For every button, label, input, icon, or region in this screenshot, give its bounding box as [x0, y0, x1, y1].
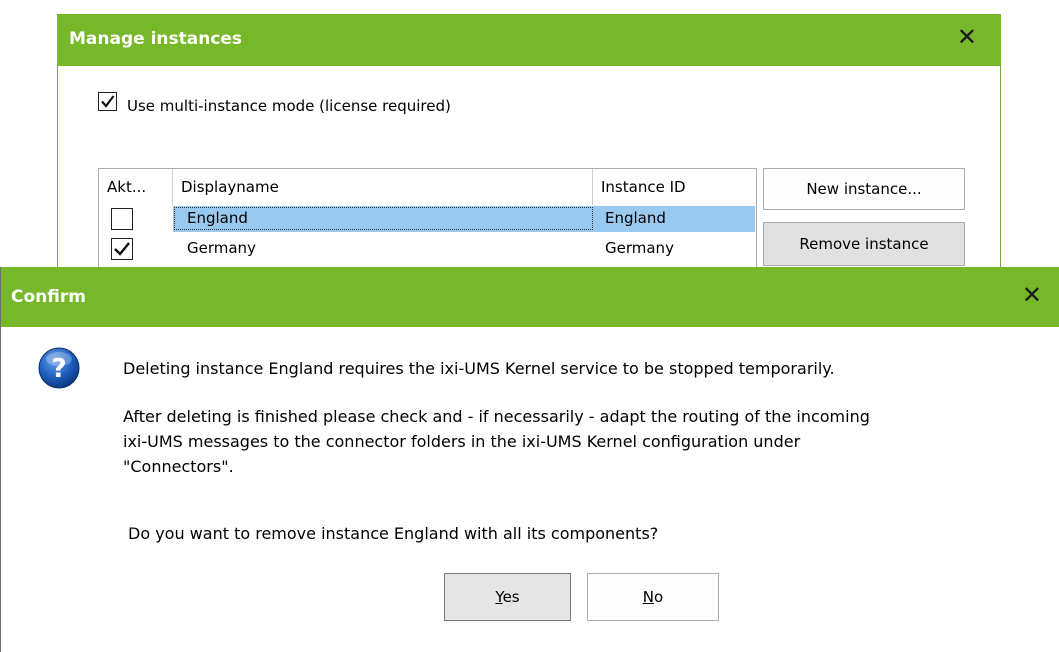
confirm-message-line: Deleting instance England requires the i… — [123, 359, 835, 378]
question-icon: ? — [38, 347, 80, 389]
mnemonic-letter: N — [642, 588, 655, 606]
row-active-checkbox[interactable] — [111, 208, 133, 230]
table-row[interactable]: Germany Germany — [99, 235, 756, 262]
new-instance-button[interactable]: New instance... — [763, 168, 965, 210]
dialog-title: Manage instances — [69, 29, 243, 49]
close-icon[interactable]: ✕ — [957, 23, 977, 51]
table-row[interactable]: England England — [99, 205, 756, 232]
message-line: "Connectors". — [123, 457, 234, 476]
multi-instance-checkbox[interactable] — [98, 92, 117, 111]
no-button[interactable]: No — [587, 573, 719, 621]
confirm-question: Do you want to remove instance England w… — [128, 524, 659, 543]
column-header-displayname[interactable]: Displayname — [173, 169, 593, 205]
remove-instance-button[interactable]: Remove instance — [763, 222, 965, 266]
column-header-instance-id[interactable]: Instance ID — [593, 169, 756, 205]
button-label: es — [502, 588, 520, 606]
cell-displayname: Germany — [187, 239, 256, 257]
multi-instance-label[interactable]: Use multi-instance mode (license require… — [127, 97, 451, 115]
cell-displayname: England — [187, 209, 248, 227]
checkmark-icon — [114, 242, 130, 256]
dialog-title: Confirm — [11, 287, 86, 307]
mnemonic-letter: Y — [495, 588, 503, 606]
cell-instance-id: England — [605, 209, 666, 227]
svg-text:?: ? — [51, 354, 66, 384]
checkmark-icon — [101, 95, 115, 108]
confirm-message-paragraph: After deleting is finished please check … — [123, 404, 1043, 479]
manage-instances-titlebar[interactable]: Manage instances ✕ — [57, 14, 1001, 66]
confirm-titlebar[interactable]: Confirm ✕ — [1, 267, 1059, 327]
message-line: After deleting is finished please check … — [123, 407, 870, 426]
cell-instance-id: Germany — [605, 239, 674, 257]
button-label: o — [654, 588, 664, 606]
yes-button[interactable]: Yes — [444, 573, 571, 621]
column-header-active[interactable]: Akt... — [99, 169, 173, 205]
row-active-checkbox[interactable] — [111, 238, 133, 260]
close-icon[interactable]: ✕ — [1022, 281, 1042, 309]
message-line: ixi-UMS messages to the connector folder… — [123, 432, 801, 451]
instances-table[interactable]: Akt... Displayname Instance ID England E… — [98, 168, 757, 280]
